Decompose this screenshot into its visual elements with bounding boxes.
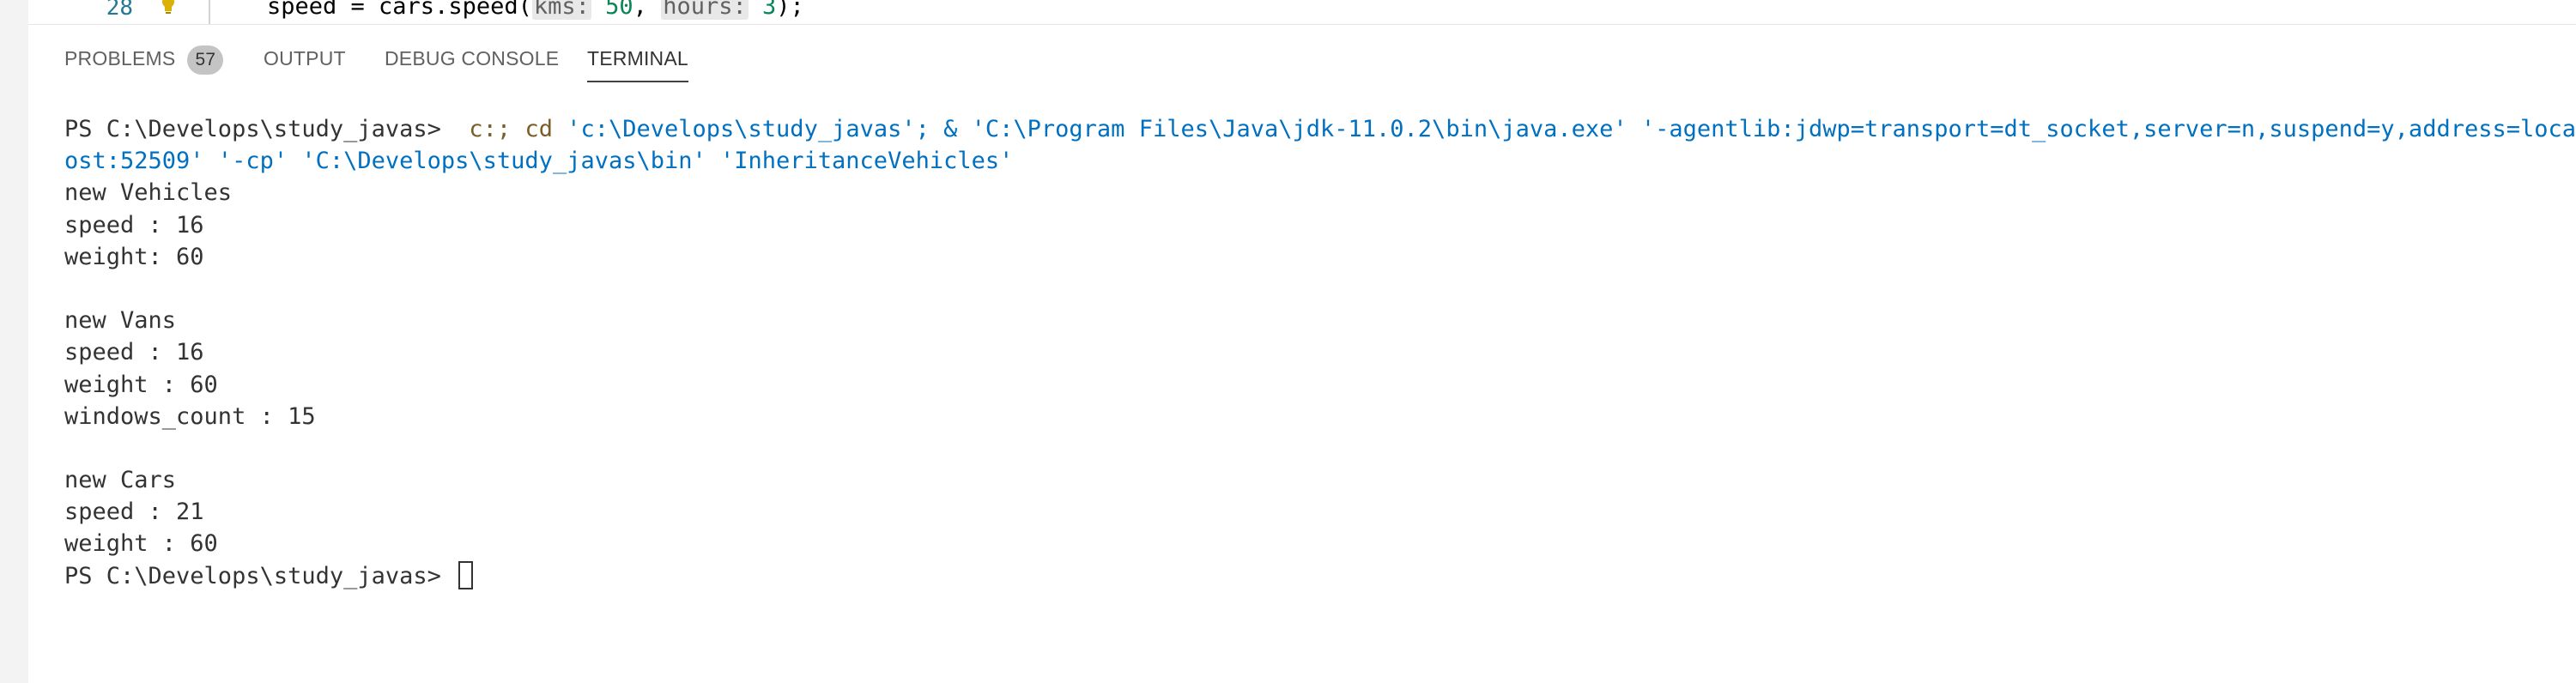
lightbulb-icon[interactable] <box>159 0 178 17</box>
tab-output[interactable]: OUTPUT <box>264 43 346 81</box>
terminal-output-line: new Cars <box>64 467 177 494</box>
terminal-output-line: new Vans <box>64 307 177 335</box>
cmd-args-1: 'c:\Develops\study_javas'; & 'C:\Program… <box>552 116 2576 142</box>
code-prefix: speed = cars.speed( <box>267 0 532 20</box>
problems-count-badge: 57 <box>187 45 224 75</box>
inlay-hint-hours: hours: <box>661 0 749 20</box>
terminal-prompt: PS C:\Develops\study_javas> <box>64 562 456 589</box>
arg-value-kms: 50 <box>605 0 633 20</box>
terminal-output-line: speed : 16 <box>64 211 204 239</box>
terminal-prompt: PS C:\Develops\study_javas> <box>64 116 456 142</box>
tab-debug-console-label: DEBUG CONSOLE <box>385 47 560 70</box>
terminal-output[interactable]: PS C:\Develops\study_javas> c:; cd 'c:\D… <box>64 113 2576 683</box>
line-number: 28 <box>106 0 133 21</box>
tab-problems-label: PROBLEMS <box>64 47 176 70</box>
code-suffix: ); <box>776 0 804 20</box>
terminal-output-line: speed : 16 <box>64 339 204 366</box>
tab-output-label: OUTPUT <box>264 47 346 70</box>
editor-code-line[interactable]: 28 speed = cars.speed(kms: 50, hours: 3)… <box>28 0 2576 25</box>
indent-guide <box>209 0 210 24</box>
terminal-output-line: windows_count : 15 <box>64 402 316 430</box>
terminal-final-prompt-line[interactable]: PS C:\Develops\study_javas> <box>64 560 2576 592</box>
terminal-output-line: weight : 60 <box>64 530 218 558</box>
terminal-command-wrap: ost:52509' '-cp' 'C:\Develops\study_java… <box>64 148 1014 175</box>
tab-terminal[interactable]: TERMINAL <box>587 43 688 82</box>
tab-terminal-label: TERMINAL <box>587 47 688 70</box>
terminal-output-line: new Vehicles <box>64 179 233 207</box>
code-text[interactable]: speed = cars.speed(kms: 50, hours: 3); <box>267 0 804 20</box>
cmd-drive: c:; <box>455 116 512 142</box>
cmd-cd: cd <box>511 116 553 142</box>
activity-bar-edge <box>0 0 28 683</box>
terminal-command-line: PS C:\Develops\study_javas> c:; cd 'c:\D… <box>64 113 2576 145</box>
terminal-output-line: weight: 60 <box>64 243 204 270</box>
tab-problems[interactable]: PROBLEMS 57 <box>64 43 224 81</box>
inlay-hint-kms: kms: <box>531 0 591 20</box>
terminal-cursor <box>458 560 474 589</box>
arg-value-hours: 3 <box>762 0 777 20</box>
code-separator: , <box>633 0 662 20</box>
terminal-output-line: speed : 21 <box>64 499 204 526</box>
terminal-output-line: weight : 60 <box>64 371 218 398</box>
tab-debug-console[interactable]: DEBUG CONSOLE <box>385 43 559 81</box>
